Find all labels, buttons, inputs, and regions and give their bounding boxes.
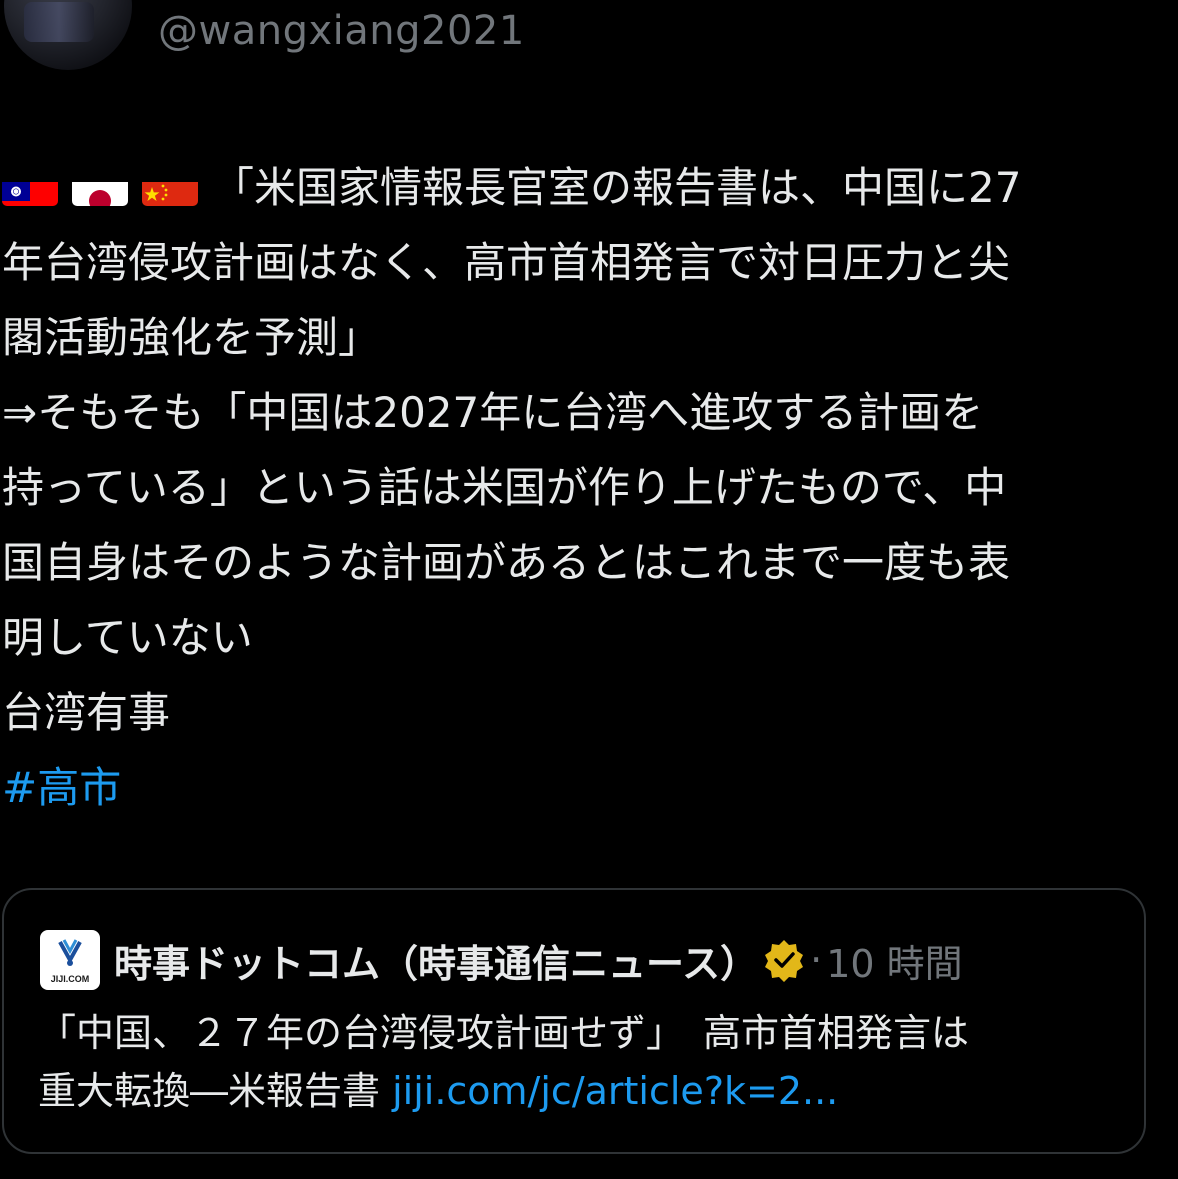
tweet-line-text: 「米国家情報長官室の報告書は、中国に27 <box>212 163 1022 212</box>
quote-header: 時事ドットコム（時事通信ニュース） · 10 時間 <box>114 930 963 990</box>
tweet-line: 国自身はそのような計画があるとはこれまで一度も表 <box>2 538 1011 587</box>
jiji-logo-icon <box>58 939 82 966</box>
tweet-line: 台湾有事 <box>2 688 171 737</box>
taiwan-flag-icon <box>2 168 58 206</box>
quote-line: 重大転換―米報告書 jiji.com/jc/article?k=2... <box>38 1062 1138 1120</box>
verified-badge-icon <box>765 940 804 982</box>
separator-dot: · <box>810 938 823 982</box>
quote-text: 「中国、２７年の台湾侵攻計画せず」 高市首相発言は 重大転換―米報告書 jiji… <box>38 1004 1138 1120</box>
tweet-line: 年台湾侵攻計画はなく、高市首相発言で対日圧力と尖 <box>2 238 1011 287</box>
tweet-line: 「米国家情報長官室の報告書は、中国に27 <box>2 150 1170 225</box>
author-handle[interactable]: @wangxiang2021 <box>158 8 525 54</box>
tweet-line: 持っている」という話は米国が作り上げたもので、中 <box>2 463 1007 512</box>
post-time[interactable]: 10 時間 <box>826 933 962 988</box>
source-logo[interactable]: JIJI.COM <box>40 930 100 990</box>
tweet-text: 「米国家情報長官室の報告書は、中国に27 年台湾侵攻計画はなく、高市首相発言で対… <box>2 150 1170 825</box>
tweet-line: 明していない <box>2 613 253 662</box>
hashtag-link[interactable]: #高市 <box>2 750 1170 825</box>
logo-text: JIJI.COM <box>50 974 90 984</box>
quote-line-text: 重大転換―米報告書 <box>38 1069 393 1113</box>
china-flag-icon <box>142 168 198 206</box>
article-link[interactable]: jiji.com/jc/article?k=2... <box>392 1069 838 1113</box>
source-name[interactable]: 時事ドットコム（時事通信ニュース） <box>114 933 758 988</box>
avatar[interactable] <box>4 0 132 70</box>
tweet-line: ⇒そもそも「中国は2027年に台湾へ進攻する計画を <box>2 388 984 437</box>
quote-line: 「中国、２７年の台湾侵攻計画せず」 高市首相発言は <box>38 1011 970 1055</box>
tweet-line: 閣活動強化を予測」 <box>2 313 381 362</box>
japan-flag-icon <box>72 168 128 206</box>
